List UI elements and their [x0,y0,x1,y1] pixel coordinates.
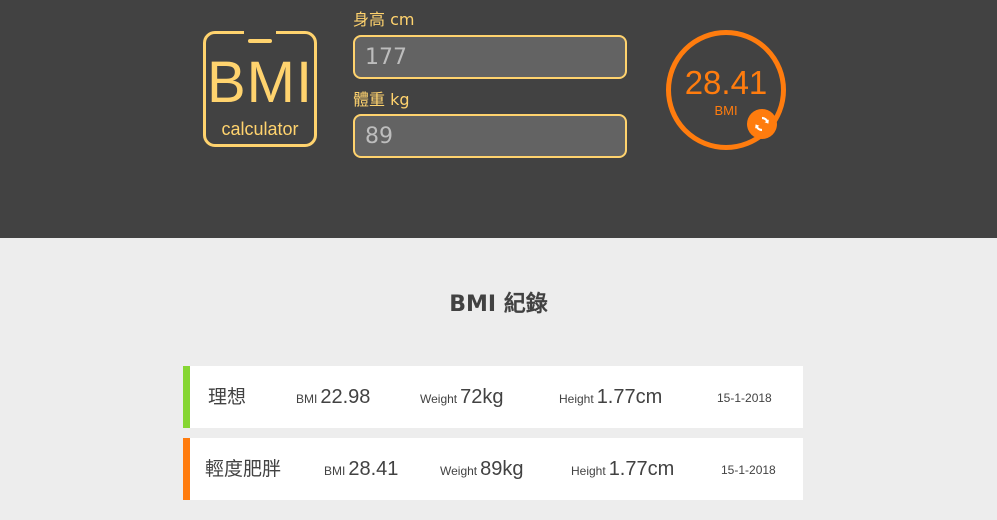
record-height: Height 1.77cm [559,386,662,410]
record-date: 15-1-2018 [721,463,776,477]
header: BMI calculator 身高 cm 體重 kg 28.41 BMI [0,0,997,238]
record-weight: Weight 89kg [440,458,524,482]
record-bmi-label: BMI [324,464,346,478]
record-bmi: BMI 28.41 [324,458,398,482]
record-height-value: 1.77cm [596,386,663,408]
bmi-calculator-logo: BMI calculator [203,31,317,147]
logo-title: BMI [206,50,314,115]
record-weight-label: Weight [420,392,458,406]
record-weight-label: Weight [440,464,478,478]
record-status: 輕度肥胖 [205,458,282,480]
refresh-button[interactable] [747,109,777,139]
record-weight-value: 89kg [480,458,524,480]
record-weight-value: 72kg [460,386,504,408]
bmi-result-value: 28.41 [684,64,768,101]
record-height-label: Height [559,392,594,406]
record-bmi-label: BMI [296,392,318,406]
weight-label: 體重 kg [353,90,410,109]
logo-subtitle: calculator [221,119,299,139]
record-height-value: 1.77cm [608,458,675,480]
record-bmi-value: 22.98 [320,386,371,408]
record-status: 理想 [208,386,247,408]
status-color-bar [183,438,190,500]
record-weight: Weight 72kg [420,386,504,410]
weight-input[interactable] [353,114,627,158]
record-height-label: Height [571,464,606,478]
height-input[interactable] [353,35,627,79]
record-row: 輕度肥胖 BMI 28.41 Weight 89kg Height 1.77cm 15… [183,438,803,500]
status-color-bar [183,366,190,428]
record-bmi-value: 28.41 [348,458,399,480]
refresh-icon [755,116,769,132]
record-height: Height 1.77cm [571,458,674,482]
records-title: BMI 紀錄 [449,292,548,317]
record-date: 15-1-2018 [717,391,772,405]
logo-handle [244,31,276,43]
record-row: 理想 BMI 22.98 Weight 72kg Height 1.77cm 15-1… [183,366,803,428]
record-bmi: BMI 22.98 [296,386,370,410]
height-label: 身高 cm [353,10,415,29]
